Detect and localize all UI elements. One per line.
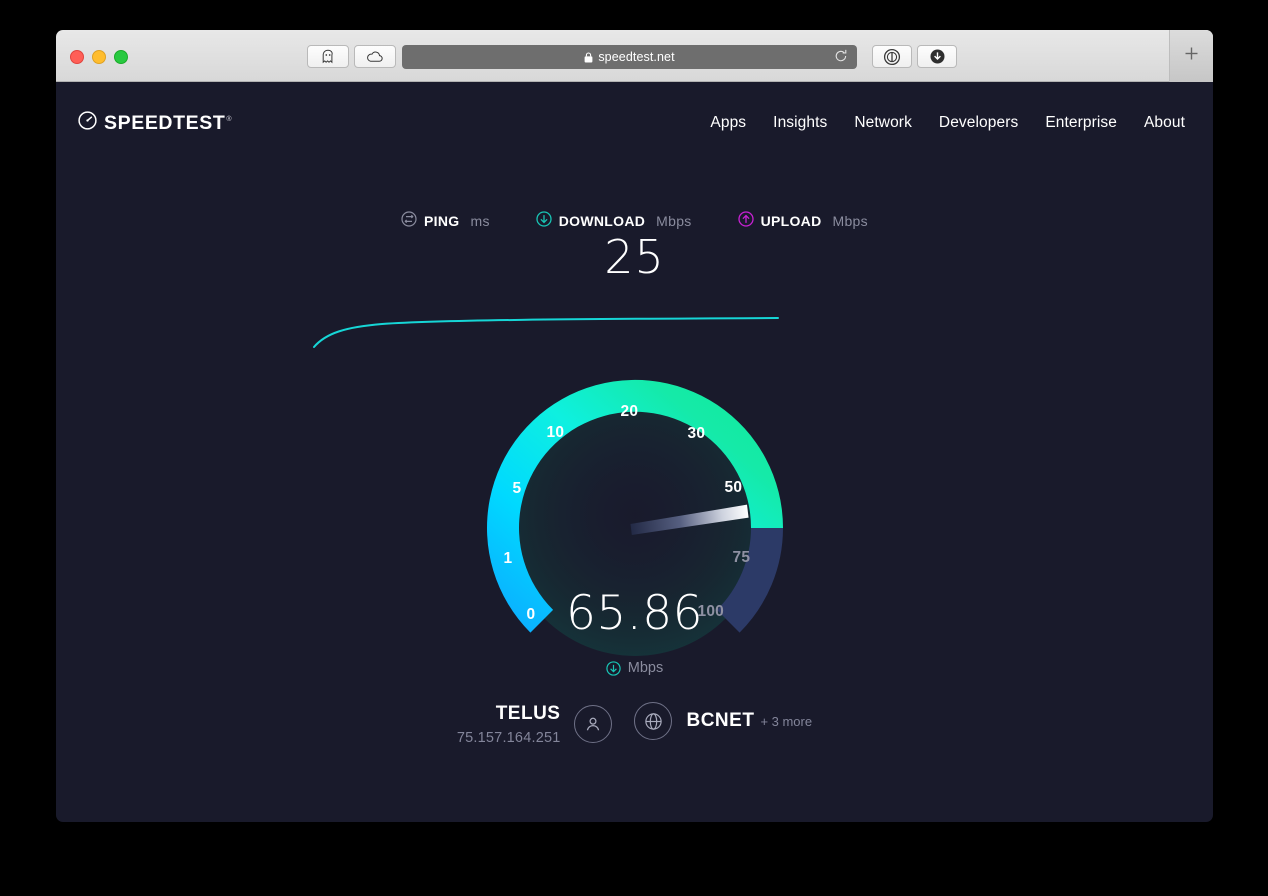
speedtest-page: SPEEDTEST® Apps Insights Network Develop… xyxy=(56,82,1213,822)
downloads-icon[interactable] xyxy=(917,45,957,68)
window-controls xyxy=(70,50,128,64)
isp-ip-address: 75.157.164.251 xyxy=(456,729,561,746)
minimize-window-button[interactable] xyxy=(92,50,106,64)
metric-upload-unit: Mbps xyxy=(832,212,868,229)
metric-ping-label: PING xyxy=(424,212,460,229)
server-text: BCNET + 3 more xyxy=(686,709,812,733)
metric-download[interactable]: DOWNLOAD Mbps xyxy=(536,211,692,230)
site-header: SPEEDTEST® Apps Insights Network Develop… xyxy=(56,82,1213,164)
metric-upload[interactable]: UPLOAD Mbps xyxy=(737,211,868,230)
download-speed-unit-row: Mbps xyxy=(465,660,805,676)
metric-ping-unit: ms xyxy=(470,212,490,229)
registered-mark: ® xyxy=(226,116,233,123)
isp-text: TELUS 75.157.164.251 xyxy=(457,702,561,746)
download-arrow-icon-small xyxy=(606,660,621,676)
ping-value: 25 xyxy=(604,230,665,284)
new-tab-area xyxy=(1169,30,1213,82)
lock-icon xyxy=(584,51,593,63)
browser-titlebar: speedtest.net xyxy=(56,30,1213,82)
gauge-tick-1: 1 xyxy=(503,550,513,567)
gauge-tick-75: 75 xyxy=(732,549,751,566)
metric-upload-label: UPLOAD xyxy=(760,212,822,229)
server-name: BCNET xyxy=(686,710,755,732)
gauge-tick-10: 10 xyxy=(546,424,565,441)
address-bar[interactable]: speedtest.net xyxy=(402,45,857,69)
metric-ping[interactable]: PING ms xyxy=(401,211,490,230)
plus-icon[interactable] xyxy=(1184,46,1199,66)
metric-labels: PING ms DOWNLOAD Mbps UPLOAD Mbps xyxy=(56,211,1213,230)
gauge-tick-50: 50 xyxy=(724,479,743,496)
metric-download-unit: Mbps xyxy=(656,212,692,229)
isp-name: TELUS xyxy=(495,703,561,724)
main-nav: Apps Insights Network Developers Enterpr… xyxy=(710,114,1185,132)
maximize-window-button[interactable] xyxy=(114,50,128,64)
download-unit-label: Mbps xyxy=(627,660,664,676)
server-block[interactable]: BCNET + 3 more xyxy=(634,702,812,740)
nav-item-apps[interactable]: Apps xyxy=(710,114,746,132)
speedtest-logo[interactable]: SPEEDTEST® xyxy=(78,111,232,135)
gauge-tick-30: 30 xyxy=(687,425,706,442)
download-arrow-icon xyxy=(536,211,552,230)
server-more-label[interactable]: + 3 more xyxy=(760,714,812,729)
nav-item-insights[interactable]: Insights xyxy=(773,114,827,132)
ping-sparkline xyxy=(312,307,782,352)
close-window-button[interactable] xyxy=(70,50,84,64)
speed-gauge-container: 0 1 5 10 20 30 50 75 100 65.86 Mbps xyxy=(56,358,1213,676)
speedometer-icon xyxy=(78,111,97,135)
globe-icon xyxy=(634,702,673,740)
speed-gauge: 0 1 5 10 20 30 50 75 100 65.86 Mbps xyxy=(465,358,805,676)
nav-item-about[interactable]: About xyxy=(1144,114,1185,132)
logo-text: SPEEDTEST® xyxy=(104,111,233,134)
nav-item-developers[interactable]: Developers xyxy=(939,114,1018,132)
ghost-icon[interactable] xyxy=(307,45,349,68)
reload-icon[interactable] xyxy=(834,49,848,69)
nav-item-enterprise[interactable]: Enterprise xyxy=(1045,114,1117,132)
gauge-tick-20: 20 xyxy=(620,403,639,420)
cloud-icon[interactable] xyxy=(354,45,396,68)
reader-mode-icon[interactable] xyxy=(872,45,912,68)
upload-arrow-icon xyxy=(737,211,754,230)
nav-item-network[interactable]: Network xyxy=(854,114,912,132)
url-text: speedtest.net xyxy=(598,50,675,64)
metric-download-label: DOWNLOAD xyxy=(558,212,646,229)
connection-info: TELUS 75.157.164.251 BCNET + 3 more xyxy=(56,702,1213,746)
ping-icon xyxy=(401,211,417,230)
browser-window: speedtest.net SPEEDTEST® Apps Insights N… xyxy=(56,30,1213,822)
download-speed-value: 65.86 xyxy=(565,586,704,641)
person-icon xyxy=(574,704,613,743)
gauge-tick-5: 5 xyxy=(512,480,522,497)
isp-block[interactable]: TELUS 75.157.164.251 xyxy=(457,702,613,746)
